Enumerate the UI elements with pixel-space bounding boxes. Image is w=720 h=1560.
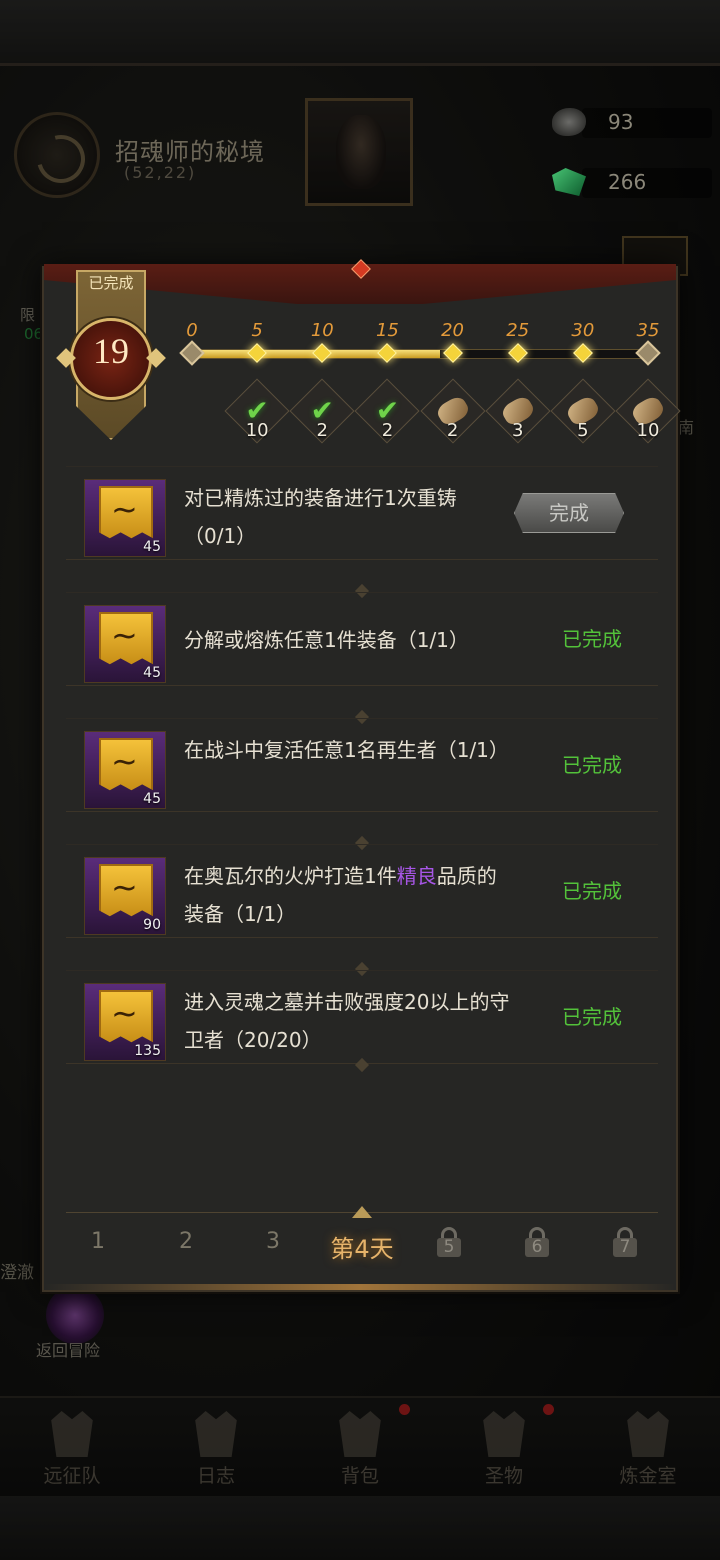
quest-points-icon: 45 <box>84 479 166 557</box>
reward-count: 2 <box>446 420 459 441</box>
resource-gem-value: 266 <box>608 170 647 194</box>
completion-banner-label: 已完成 <box>88 274 134 292</box>
day-tab-6[interactable]: 6 <box>525 1227 549 1257</box>
milestone-value: 20 <box>441 320 465 341</box>
milestone-value: 0 <box>186 320 198 341</box>
milestone-node <box>179 340 205 366</box>
quest-row-4: 90 在奥瓦尔的火炉打造1件精良品质的装备（1/1） 已完成 <box>66 844 658 938</box>
day-tab-3[interactable]: 3 <box>238 1229 308 1254</box>
quest-status: 已完成 <box>562 627 622 651</box>
game-screen: 招魂师的秘境 (52,22) 93 266 限 06 南 澄澈 返回冒险 远征队… <box>0 0 720 1560</box>
milestone-node <box>507 343 528 363</box>
quest-text: 在战斗中复活任意1名再生者（1/1） <box>184 738 509 762</box>
milestone-value: 5 <box>251 320 263 341</box>
quest-points: 45 <box>143 791 161 807</box>
quest-text: 在奥瓦尔的火炉打造1件精良品质的装备（1/1） <box>184 857 516 933</box>
milestone-value: 35 <box>636 320 660 341</box>
milestone-node <box>377 343 398 363</box>
reward-count: 3 <box>511 420 524 441</box>
quest-points: 135 <box>134 1043 161 1059</box>
daily-quest-modal: 已完成 19 05101520253035✔10✔2✔223510 45 对已精… <box>42 259 681 1292</box>
quest-status: 已完成 <box>562 753 622 777</box>
quest-text: 进入灵魂之墓并击败强度20以上的守卫者（20/20） <box>184 990 510 1052</box>
milestone-node <box>312 343 333 363</box>
quest-points-icon: 45 <box>84 605 166 683</box>
quest-status: 已完成 <box>562 879 622 903</box>
banner-icon <box>99 612 153 665</box>
quality-highlight: 精良 <box>396 864 437 888</box>
day-tab-2[interactable]: 2 <box>151 1229 221 1254</box>
banner-icon <box>99 990 153 1043</box>
milestone-value: 30 <box>571 320 595 341</box>
quest-row-5: 135 进入灵魂之墓并击败强度20以上的守卫者（20/20） 已完成 <box>66 970 658 1064</box>
day-tab-5[interactable]: 5 <box>437 1227 461 1257</box>
reward-count: 2 <box>316 420 328 441</box>
reward-count: 10 <box>245 420 269 441</box>
day-tab-4[interactable]: 第4天 <box>327 1229 397 1264</box>
quest-points: 45 <box>143 539 161 555</box>
day-tab-7[interactable]: 7 <box>613 1227 637 1257</box>
day-tabs: 1 2 3 第4天 5 6 7 <box>66 1212 658 1278</box>
quest-points: 90 <box>143 917 161 933</box>
quest-text-part: 在奥瓦尔的火炉打造1件 <box>184 864 397 888</box>
milestone-node <box>247 343 268 363</box>
milestone-node <box>572 343 593 363</box>
quest-points-icon: 135 <box>84 983 166 1061</box>
quest-text: 分解或熔炼任意1件装备（1/1） <box>184 628 469 652</box>
modal-bottom-ornament <box>44 1284 676 1290</box>
day-tab-1[interactable]: 1 <box>63 1229 133 1254</box>
quest-row-2: 45 分解或熔炼任意1件装备（1/1） 已完成 <box>66 592 658 686</box>
quest-points: 45 <box>143 665 161 681</box>
quest-row-3: 45 在战斗中复活任意1名再生者（1/1） 已完成 <box>66 718 658 812</box>
reward-count: 10 <box>636 420 660 441</box>
banner-icon <box>99 486 153 539</box>
stone-icon <box>552 108 586 136</box>
day-label: 7 <box>619 1237 631 1257</box>
quest-status: 已完成 <box>562 1005 622 1029</box>
quest-complete-button[interactable]: 完成 <box>514 493 624 533</box>
level-number: 19 <box>93 331 129 371</box>
quest-points-icon: 90 <box>84 857 166 935</box>
milestone-value: 10 <box>310 320 334 341</box>
milestone-value: 15 <box>375 320 399 341</box>
milestone-node <box>635 340 661 366</box>
day-label: 5 <box>443 1237 455 1257</box>
reward-count: 2 <box>381 420 394 441</box>
reward-count: 5 <box>577 420 589 441</box>
banner-icon <box>99 864 153 917</box>
resource-stone-value: 93 <box>608 110 634 134</box>
milestone-node <box>442 343 463 363</box>
quest-row-1: 45 对已精炼过的装备进行1次重铸（0/1） 完成 <box>66 466 658 560</box>
day-label: 6 <box>531 1237 543 1257</box>
banner-icon <box>99 738 153 791</box>
quest-points-icon: 45 <box>84 731 166 809</box>
quest-text: 对已精炼过的装备进行1次重铸（0/1） <box>184 486 457 548</box>
milestone-value: 25 <box>506 320 530 341</box>
